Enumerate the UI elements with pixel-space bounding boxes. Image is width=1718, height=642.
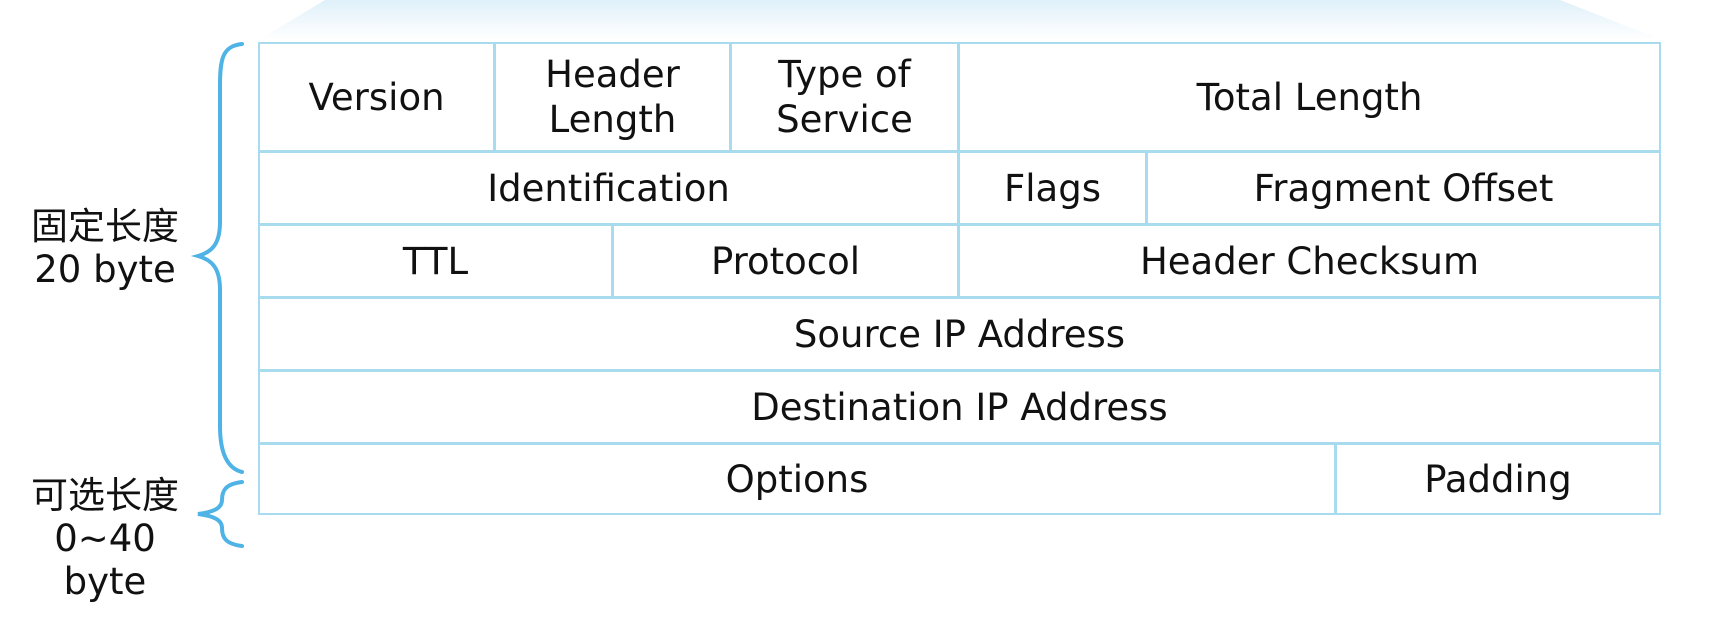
- field-type-of-service: Type of Service: [730, 42, 959, 152]
- field-padding: Padding: [1335, 443, 1661, 515]
- field-protocol: Protocol: [612, 224, 959, 298]
- field-ttl: TTL: [258, 224, 613, 298]
- optional-length-brace: [197, 480, 244, 548]
- field-source-ip-address: Source IP Address: [258, 297, 1661, 371]
- ip-header-diagram: Version Header Length Type of Service To…: [258, 42, 1662, 515]
- field-destination-ip-address: Destination IP Address: [258, 370, 1661, 444]
- field-identification: Identification: [258, 151, 959, 225]
- field-options: Options: [258, 443, 1336, 515]
- field-header-length: Header Length: [494, 42, 731, 152]
- fixed-length-brace: [190, 42, 244, 474]
- field-total-length: Total Length: [958, 42, 1661, 152]
- field-fragment-offset: Fragment Offset: [1146, 151, 1661, 225]
- field-header-checksum: Header Checksum: [958, 224, 1661, 298]
- field-version: Version: [258, 42, 495, 152]
- field-flags: Flags: [958, 151, 1147, 225]
